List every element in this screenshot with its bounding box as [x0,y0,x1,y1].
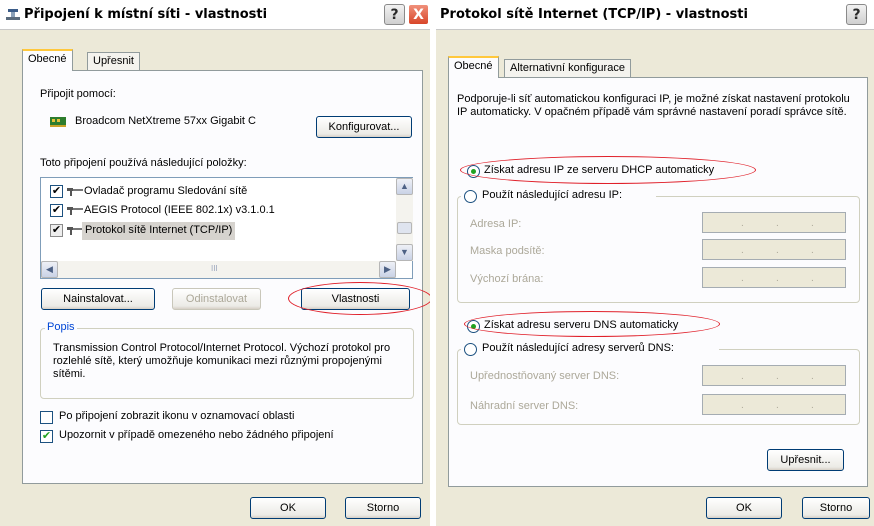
scroll-right-icon[interactable]: ▶ [379,261,396,278]
manual-ip-label: Použít následující adresu IP: [482,189,623,201]
scroll-down-icon[interactable]: ▼ [396,244,413,261]
uninstall-button: Odinstalovat [172,288,261,310]
help-button[interactable]: ? [384,4,405,25]
connect-using-label: Připojit pomocí: [40,88,116,100]
close-button[interactable]: X [408,4,429,25]
item-checkbox[interactable]: ✔ [50,185,63,198]
general-panel: Podporuje-li síť automatickou konfigurac… [448,77,868,487]
scroll-thumb[interactable] [397,222,412,234]
protocol-icon [67,227,83,235]
scroll-left-icon[interactable]: ◀ [41,261,58,278]
gateway-field: ... [702,267,846,288]
auto-ip-radio[interactable] [467,165,480,178]
list-item[interactable]: ✔ Ovladač programu Sledování sítě [50,184,380,200]
local-connection-properties-window: Připojení k místní síti - vlastnosti ? X… [0,0,430,526]
adapter-name: Broadcom NetXtreme 57xx Gigabit C [75,115,256,127]
scroll-up-icon[interactable]: ▲ [396,178,413,195]
tab-advanced[interactable]: Upřesnit [87,52,140,71]
auto-dns-label: Získat adresu serveru DNS automaticky [484,319,679,331]
show-icon-checkbox[interactable] [40,411,53,424]
cancel-button[interactable]: Storno [802,497,870,519]
window-title: Připojení k místní síti - vlastnosti [24,7,268,22]
cancel-button[interactable]: Storno [345,497,421,519]
description-text: Transmission Control Protocol/Internet P… [53,342,391,380]
configure-button[interactable]: Konfigurovat... [316,116,412,138]
service-icon [67,188,83,196]
tab-general[interactable]: Obecné [22,49,73,71]
notify-checkbox[interactable]: ✔ [40,430,53,443]
general-panel: Připojit pomocí: Broadcom NetXtreme 57xx… [22,70,423,484]
notify-label: Upozornit v případě omezeného nebo žádné… [59,429,334,441]
preferred-dns-label: Upřednostňovaný server DNS: [470,370,620,382]
manual-dns-group: Použít následující adresy serverů DNS: U… [457,342,860,425]
scroll-grip: III [211,264,218,273]
protocol-icon [67,207,83,215]
items-label: Toto připojení používá následující polož… [40,157,247,169]
ok-button[interactable]: OK [250,497,326,519]
network-connection-icon [6,9,20,20]
ok-button[interactable]: OK [706,497,782,519]
vertical-scrollbar[interactable]: ▲ ▼ [396,178,413,261]
subnet-label: Maska podsítě: [470,245,545,257]
list-item-selected[interactable]: ✔ Protokol sítě Internet (TCP/IP) [50,222,380,240]
window-title: Protokol sítě Internet (TCP/IP) - vlastn… [440,7,748,22]
intro-text: Podporuje-li síť automatickou konfigurac… [457,93,850,118]
subnet-field: ... [702,239,846,260]
item-label: Ovladač programu Sledování sítě [84,185,248,197]
install-button[interactable]: Nainstalovat... [41,288,155,310]
description-group: Popis Transmission Control Protocol/Inte… [40,321,414,399]
alternate-dns-label: Náhradní server DNS: [470,400,579,412]
manual-ip-radio[interactable] [464,190,477,203]
preferred-dns-field: ... [702,365,846,386]
manual-dns-label: Použít následující adresy serverů DNS: [482,342,674,354]
show-icon-label: Po připojení zobrazit ikonu v oznamovací… [59,410,295,422]
auto-dns-radio[interactable] [467,320,480,333]
horizontal-scrollbar[interactable]: ◀ III ▶ [41,261,396,278]
description-legend: Popis [45,321,77,333]
gateway-label: Výchozí brána: [470,273,544,285]
advanced-button[interactable]: Upřesnit... [767,449,844,471]
list-item[interactable]: ✔ AEGIS Protocol (IEEE 802.1x) v3.1.0.1 [50,203,380,219]
alternate-dns-field: ... [702,394,846,415]
item-checkbox[interactable]: ✔ [50,224,63,237]
network-adapter-icon [50,117,66,127]
item-label: Protokol sítě Internet (TCP/IP) [82,222,236,240]
auto-ip-label: Získat adresu IP ze serveru DHCP automat… [484,164,715,176]
tab-alternate-config[interactable]: Alternativní konfigurace [504,59,631,78]
properties-button[interactable]: Vlastnosti [301,288,410,310]
tab-general[interactable]: Obecné [448,56,499,78]
ip-address-field: ... [702,212,846,233]
item-checkbox[interactable]: ✔ [50,204,63,217]
title-bar: Protokol sítě Internet (TCP/IP) - vlastn… [436,0,874,30]
manual-ip-group: Použít následující adresu IP: Adresa IP:… [457,189,860,303]
manual-dns-radio[interactable] [464,343,477,356]
ip-address-label: Adresa IP: [470,218,522,230]
help-button[interactable]: ? [846,4,867,25]
item-label: AEGIS Protocol (IEEE 802.1x) v3.1.0.1 [84,204,275,216]
title-bar: Připojení k místní síti - vlastnosti ? X [0,0,430,30]
tcpip-properties-window: Protokol sítě Internet (TCP/IP) - vlastn… [436,0,874,526]
components-list[interactable]: ✔ Ovladač programu Sledování sítě ✔ AEGI… [40,177,413,279]
